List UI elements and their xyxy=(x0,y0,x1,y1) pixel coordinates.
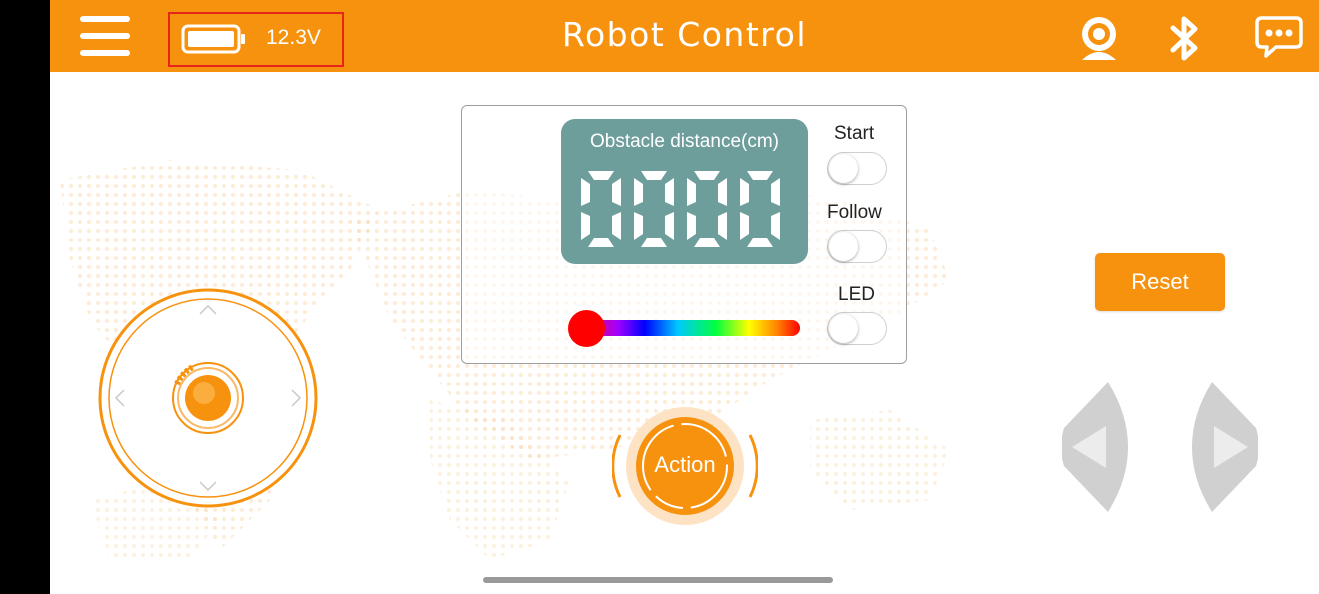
digit-segment xyxy=(581,212,590,240)
digit-segment xyxy=(718,212,727,240)
top-app-bar: 12.3V Robot Control xyxy=(50,0,1319,72)
webcam-icon[interactable] xyxy=(1074,14,1124,64)
digit-segment xyxy=(687,212,696,240)
follow-label: Follow xyxy=(827,202,882,223)
follow-switch[interactable] xyxy=(827,230,887,263)
digit-segment xyxy=(588,171,614,180)
digit-segment xyxy=(718,178,727,206)
action-label: Action xyxy=(654,452,716,477)
digit-segment xyxy=(665,212,674,240)
rotate-right-button[interactable] xyxy=(1192,380,1258,514)
digit-segment xyxy=(694,238,720,247)
digit-segment xyxy=(740,212,749,240)
digit-segment xyxy=(694,171,720,180)
start-switch[interactable] xyxy=(827,152,887,185)
home-indicator[interactable] xyxy=(483,577,833,583)
led-color-slider-thumb[interactable] xyxy=(568,310,605,347)
digit-segment xyxy=(581,178,590,206)
digit-segment xyxy=(641,171,667,180)
bluetooth-icon[interactable] xyxy=(1162,14,1208,64)
digit-segment xyxy=(665,178,674,206)
digit-segment xyxy=(634,178,643,206)
distance-digits xyxy=(581,171,780,247)
digit-segment xyxy=(634,212,643,240)
reset-button[interactable]: Reset xyxy=(1095,253,1225,311)
left-black-bar xyxy=(0,0,50,594)
chat-icon[interactable] xyxy=(1254,14,1304,62)
led-label: LED xyxy=(838,284,875,305)
digit-segment xyxy=(747,238,773,247)
digit-segment xyxy=(771,178,780,206)
distance-display: Obstacle distance(cm) xyxy=(561,119,808,264)
page-title: Robot Control xyxy=(562,15,807,54)
led-color-slider[interactable] xyxy=(578,320,800,336)
control-panel: Obstacle distance(cm) Start Follow LED xyxy=(461,105,907,364)
digit-segment xyxy=(747,171,773,180)
digit-segment xyxy=(612,212,621,240)
action-button[interactable]: Action xyxy=(611,405,759,527)
digit-segment xyxy=(687,178,696,206)
digit-segment xyxy=(771,212,780,240)
led-switch[interactable] xyxy=(827,312,887,345)
joystick[interactable] xyxy=(97,287,319,509)
digit-segment xyxy=(588,238,614,247)
digit-segment xyxy=(641,238,667,247)
digit-segment xyxy=(740,178,749,206)
digit-segment xyxy=(612,178,621,206)
start-label: Start xyxy=(834,123,875,144)
rotate-left-button[interactable] xyxy=(1062,380,1128,514)
distance-label: Obstacle distance(cm) xyxy=(589,131,779,152)
